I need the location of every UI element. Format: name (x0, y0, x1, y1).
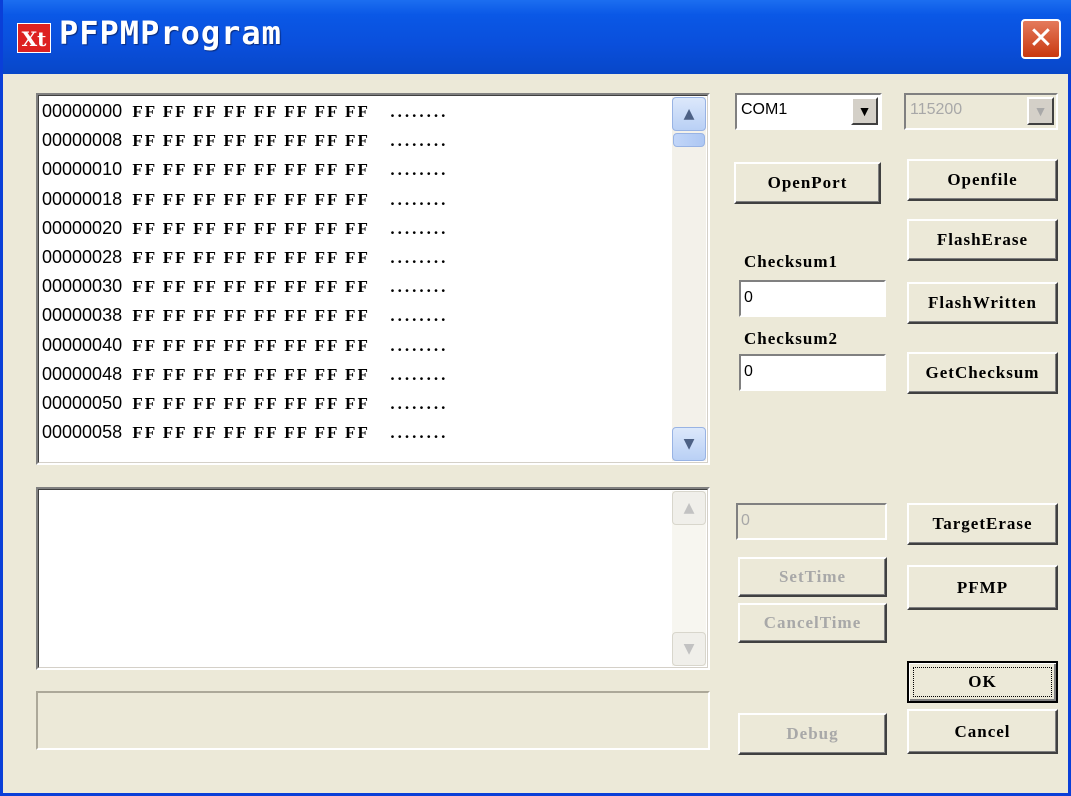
hex-bytes: FF FF FF FF FF FF FF FF (132, 335, 370, 355)
flash-written-button[interactable]: FlashWritten (907, 282, 1058, 324)
hex-ascii: ........ (390, 131, 449, 151)
hex-ascii: ........ (390, 189, 449, 209)
debug-button[interactable]: Debug (738, 713, 887, 755)
hex-address: 00000020 (42, 217, 123, 238)
hex-address: 00000038 (42, 305, 123, 326)
hex-line: 00000038 FF FF FF FF FF FF FF FF .......… (42, 301, 662, 330)
hex-ascii: ........ (390, 423, 449, 443)
time-field[interactable]: 0 (736, 503, 887, 540)
app-icon: Xt (17, 23, 51, 53)
hex-bytes: FF FF FF FF FF FF FF FF (132, 247, 370, 267)
hex-bytes: FF FF FF FF FF FF FF FF (132, 189, 370, 209)
baud-select-value: 115200 (910, 101, 963, 118)
hex-address: 00000050 (42, 392, 123, 413)
baud-select[interactable]: 115200 ▼ (904, 93, 1058, 130)
hex-scrollbar[interactable]: ▲ ▼ (672, 97, 706, 461)
hex-line: 00000040 FF FF FF FF FF FF FF FF .......… (42, 331, 662, 360)
hex-line: 00000050 FF FF FF FF FF FF FF FF .......… (42, 389, 662, 418)
open-port-button[interactable]: OpenPort (734, 162, 881, 204)
log-scrollbar[interactable]: ▲ ▼ (672, 491, 706, 666)
target-erase-button[interactable]: TargetErase (907, 503, 1058, 545)
checksum2-value: 0 (744, 363, 753, 380)
hex-address: 00000000 (42, 101, 123, 121)
flash-erase-button[interactable]: FlashErase (907, 219, 1058, 261)
checksum2-label: Checksum2 (744, 329, 839, 348)
checksum2-field[interactable]: 0 (739, 354, 886, 391)
chevron-down-icon[interactable]: ▼ (1027, 97, 1054, 125)
set-time-button[interactable]: SetTime (738, 557, 887, 597)
hex-address: 00000058 (42, 422, 123, 443)
cancel-button[interactable]: Cancel (907, 709, 1058, 754)
hex-line: 00000048 FF FF FF FF FF FF FF FF .......… (42, 360, 662, 389)
hex-bytes: FF FF FF FF FF FF FF FF (132, 102, 370, 121)
hex-line: 00000018 FF FF FF FF FF FF FF FF .......… (42, 185, 662, 214)
time-value: 0 (741, 512, 750, 529)
close-button[interactable]: ✕ (1021, 19, 1061, 59)
scroll-up-button[interactable]: ▲ (672, 97, 706, 131)
hex-view[interactable]: 00000000 FF FF FF FF FF FF FF FF .......… (36, 93, 710, 465)
get-checksum-button[interactable]: GetChecksum (907, 352, 1058, 394)
dialog-window: Xt PFPMProgram ✕ 00000000 FF FF FF FF FF… (0, 0, 1071, 796)
focus-rect (913, 667, 1052, 697)
scroll-down-button[interactable]: ▼ (672, 427, 706, 461)
open-file-button[interactable]: Openfile (907, 159, 1058, 201)
cancel-time-button[interactable]: CancelTime (738, 603, 887, 643)
window-title: PFPMProgram (59, 14, 282, 52)
hex-address: 00000008 (42, 130, 123, 151)
hex-line: 00000008 FF FF FF FF FF FF FF FF .......… (42, 126, 662, 155)
hex-line: 00000028 FF FF FF FF FF FF FF FF .......… (42, 243, 662, 272)
hex-address: 00000010 (42, 159, 123, 180)
hex-address: 00000040 (42, 334, 123, 355)
hex-ascii: ........ (390, 160, 449, 180)
scroll-thumb[interactable] (673, 133, 705, 147)
checksum1-field[interactable]: 0 (739, 280, 886, 317)
hex-ascii: ........ (390, 247, 449, 267)
chevron-down-icon[interactable]: ▼ (851, 97, 878, 125)
hex-ascii: ........ (390, 306, 449, 326)
hex-bytes: FF FF FF FF FF FF FF FF (132, 131, 370, 151)
hex-bytes: FF FF FF FF FF FF FF FF (132, 277, 370, 297)
log-view[interactable]: ▲ ▼ (36, 487, 710, 670)
log-scroll-down-button[interactable]: ▼ (672, 632, 706, 666)
hex-bytes: FF FF FF FF FF FF FF FF (132, 218, 370, 238)
hex-line: 00000030 FF FF FF FF FF FF FF FF .......… (42, 272, 662, 301)
hex-bytes: FF FF FF FF FF FF FF FF (132, 364, 370, 384)
hex-line: 00000020 FF FF FF FF FF FF FF FF .......… (42, 214, 662, 243)
hex-bytes: FF FF FF FF FF FF FF FF (132, 306, 370, 326)
hex-address: 00000030 (42, 276, 123, 297)
hex-bytes: FF FF FF FF FF FF FF FF (132, 423, 370, 443)
status-bar (36, 691, 710, 750)
hex-line: 00000000 FF FF FF FF FF FF FF FF .......… (42, 97, 662, 126)
hex-ascii: ........ (390, 393, 449, 413)
hex-ascii: ........ (390, 218, 449, 238)
checksum1-value: 0 (744, 289, 753, 306)
hex-ascii: ........ (390, 277, 449, 297)
hex-bytes: FF FF FF FF FF FF FF FF (132, 393, 370, 413)
hex-address: 00000018 (42, 188, 123, 209)
hex-ascii: ........ (390, 102, 449, 121)
hex-line: 00000010 FF FF FF FF FF FF FF FF .......… (42, 155, 662, 184)
pfmp-button[interactable]: PFMP (907, 565, 1058, 610)
ok-button[interactable]: OK (907, 661, 1058, 703)
checksum1-label: Checksum1 (744, 252, 839, 271)
hex-address: 00000028 (42, 246, 123, 267)
hex-line: 00000058 FF FF FF FF FF FF FF FF .......… (42, 418, 662, 447)
hex-ascii: ........ (390, 335, 449, 355)
title-bar[interactable]: Xt PFPMProgram ✕ (3, 0, 1071, 74)
hex-bytes: FF FF FF FF FF FF FF FF (132, 160, 370, 180)
port-select-value: COM1 (741, 101, 788, 118)
hex-address: 00000048 (42, 363, 123, 384)
hex-lines: 00000000 FF FF FF FF FF FF FF FF .......… (42, 97, 662, 447)
log-scroll-up-button[interactable]: ▲ (672, 491, 706, 525)
hex-ascii: ........ (390, 364, 449, 384)
port-select[interactable]: COM1 ▼ (735, 93, 882, 130)
